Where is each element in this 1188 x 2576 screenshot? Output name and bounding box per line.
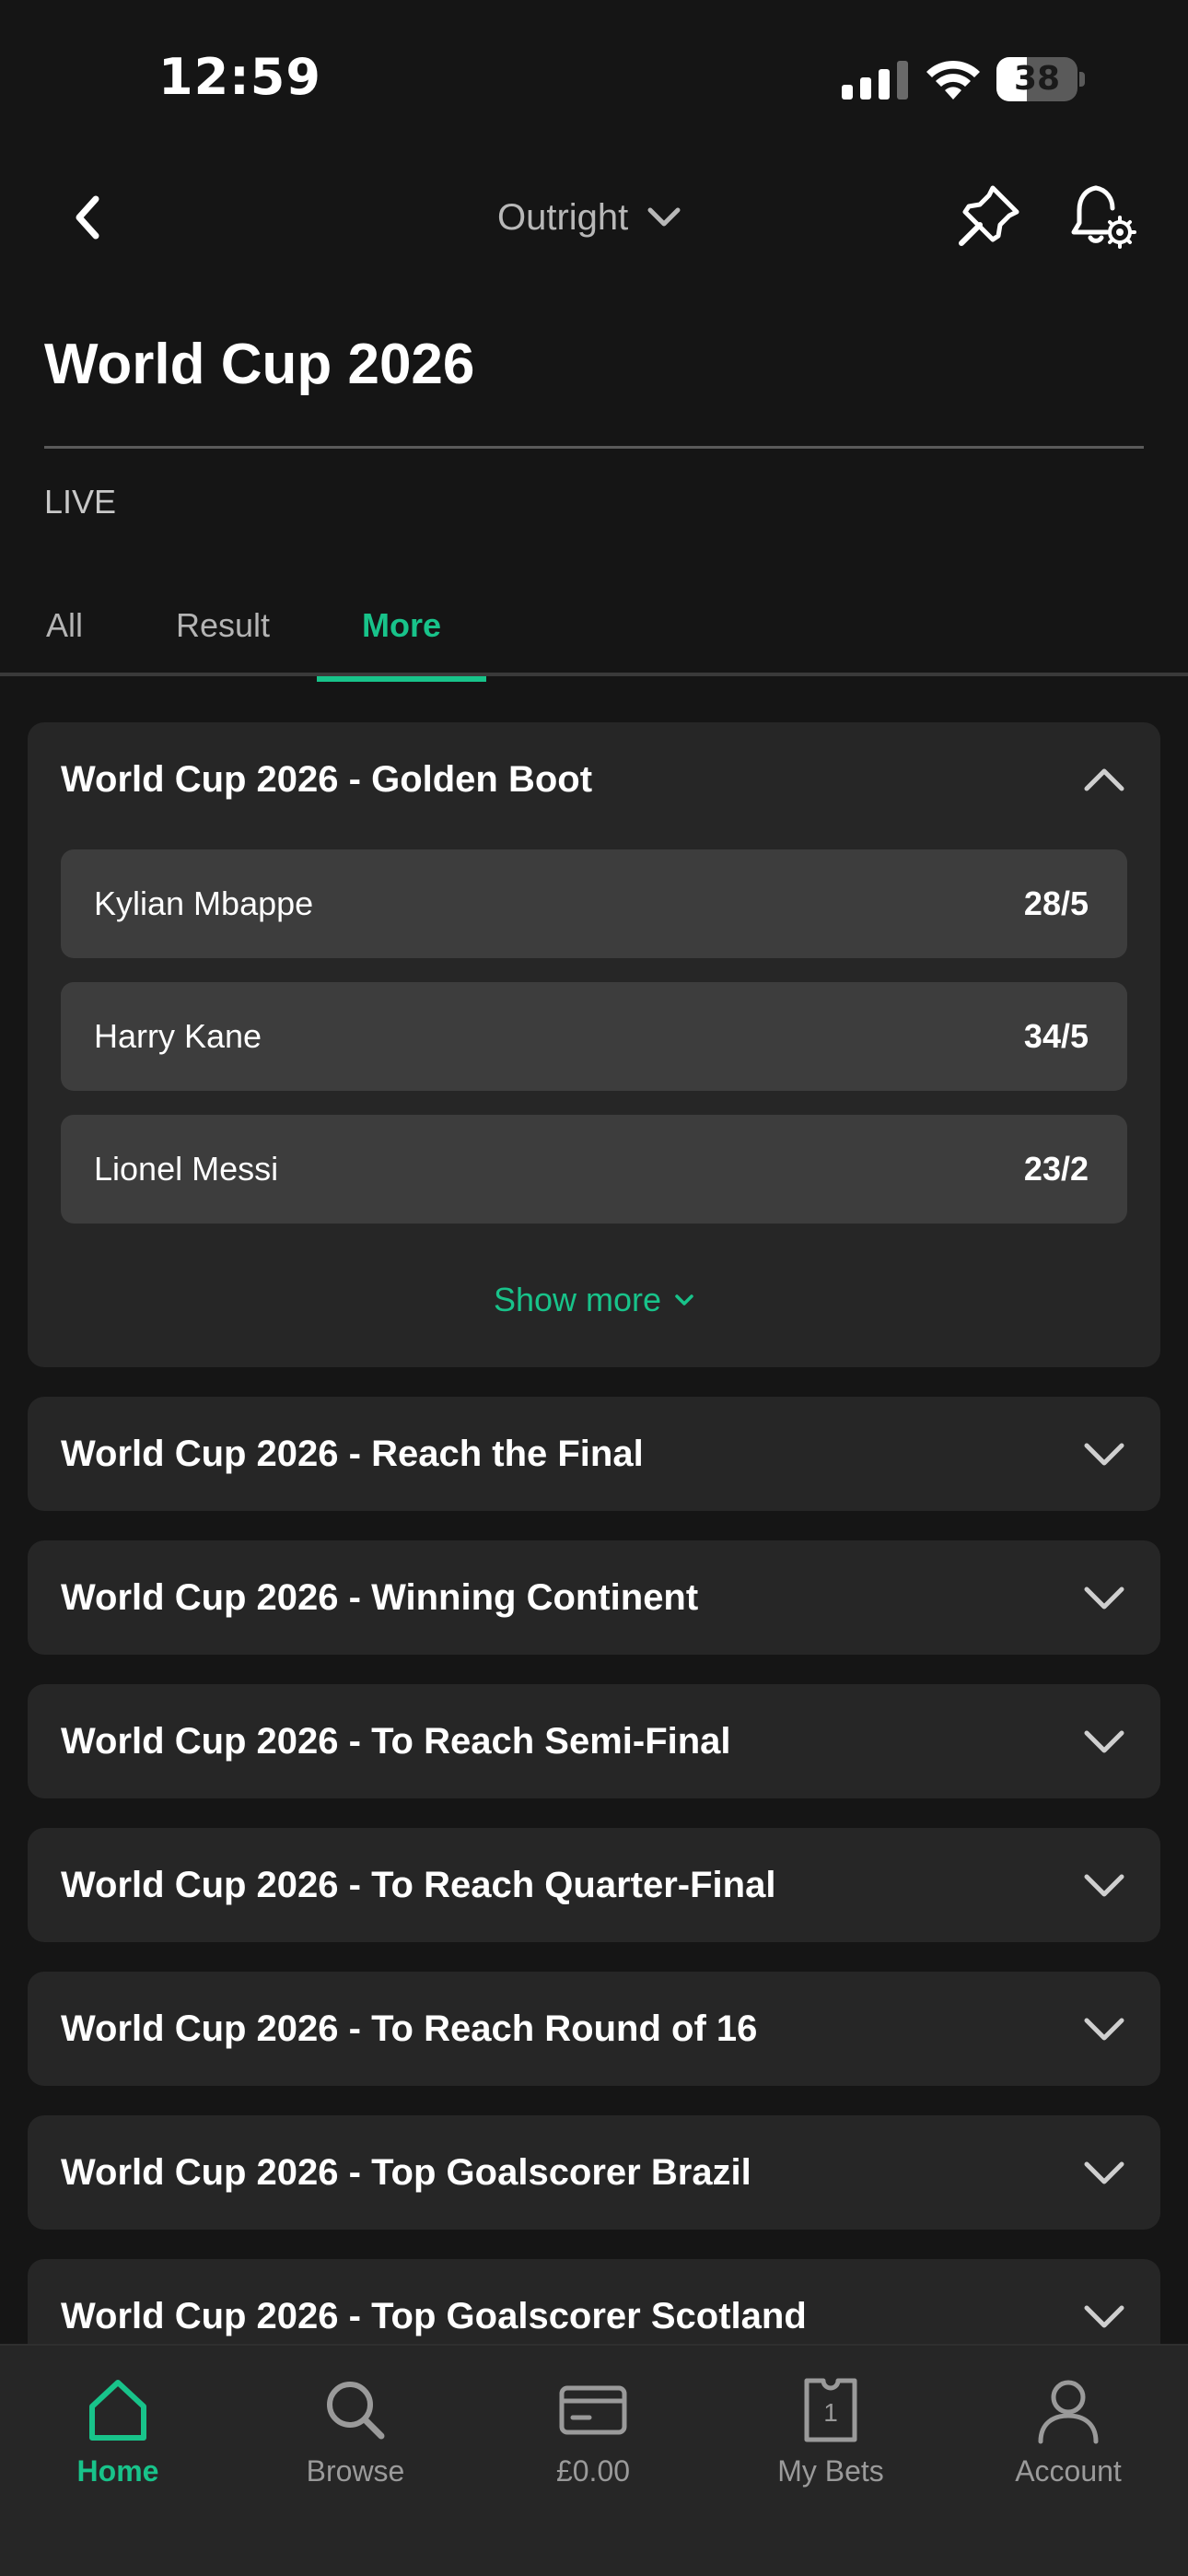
- market-card-golden-boot: World Cup 2026 - Golden Boot Kylian Mbap…: [28, 722, 1160, 1367]
- chevron-down-icon: [1084, 2161, 1124, 2184]
- chevron-down-icon: [1084, 2018, 1124, 2041]
- nav-browse[interactable]: Browse: [263, 2373, 448, 2512]
- selection-name: Kylian Mbappe: [94, 884, 314, 922]
- bet-slip-icon: 1: [804, 2378, 857, 2442]
- tab-more[interactable]: More: [317, 590, 486, 682]
- back-button[interactable]: [55, 184, 122, 251]
- status-bar: 12:59 38: [0, 0, 1188, 147]
- chevron-down-icon: [1084, 1443, 1124, 1466]
- market-header[interactable]: World Cup 2026 - Winning Continent: [61, 1540, 1127, 1655]
- selection-odds: 34/5: [1023, 1017, 1089, 1055]
- market-card-round-of-16[interactable]: World Cup 2026 - To Reach Round of 16: [28, 1972, 1160, 2086]
- bet-count-badge: 1: [823, 2398, 838, 2427]
- tab-all[interactable]: All: [28, 590, 101, 678]
- selection-odds: 23/2: [1023, 1150, 1089, 1188]
- chevron-down-icon: [1084, 1730, 1124, 1753]
- selection-row[interactable]: Lionel Messi 23/2: [61, 1115, 1127, 1224]
- market-card-top-scorer-brazil[interactable]: World Cup 2026 - Top Goalscorer Brazil: [28, 2115, 1160, 2230]
- market-title: World Cup 2026 - Golden Boot: [61, 758, 593, 800]
- nav-label: Browse: [306, 2454, 405, 2488]
- selection-row[interactable]: Kylian Mbappe 28/5: [61, 849, 1127, 958]
- bell-settings-icon: [1071, 185, 1136, 249]
- tab-label: More: [361, 606, 441, 644]
- chevron-down-icon: [1084, 1874, 1124, 1897]
- selection-odds: 28/5: [1023, 884, 1089, 922]
- chevron-left-icon: [76, 195, 99, 240]
- bottom-navigation: Home Browse £0.00 1 My Bets Account: [0, 2344, 1188, 2576]
- tab-label: All: [45, 606, 83, 644]
- page: 12:59 38 Outright World Cup 2026 LIVE Al…: [0, 0, 1188, 2576]
- market-card-quarter-final[interactable]: World Cup 2026 - To Reach Quarter-Final: [28, 1828, 1160, 1942]
- market-title: World Cup 2026 - Top Goalscorer Scotland: [61, 2295, 807, 2336]
- selection-name: Lionel Messi: [94, 1150, 279, 1188]
- market-card-semi-final[interactable]: World Cup 2026 - To Reach Semi-Final: [28, 1684, 1160, 1798]
- active-tab-indicator: [317, 676, 486, 682]
- cellular-signal-icon: [842, 61, 908, 100]
- selection-row[interactable]: Harry Kane 34/5: [61, 982, 1127, 1091]
- nav-label: Account: [1015, 2454, 1122, 2488]
- pin-icon: [959, 185, 1019, 246]
- market-type-dropdown[interactable]: Outright: [497, 184, 681, 251]
- page-title: World Cup 2026: [44, 333, 475, 396]
- market-title: World Cup 2026 - To Reach Semi-Final: [61, 1720, 731, 1762]
- live-label: LIVE: [44, 483, 117, 521]
- market-header[interactable]: World Cup 2026 - Golden Boot: [61, 722, 1127, 837]
- top-navigation: Outright: [0, 166, 1188, 258]
- market-title: World Cup 2026 - Reach the Final: [61, 1433, 644, 1474]
- chevron-up-icon: [1084, 768, 1124, 791]
- nav-balance[interactable]: £0.00: [501, 2373, 685, 2512]
- pin-button[interactable]: [952, 179, 1026, 252]
- market-title: World Cup 2026 - Winning Continent: [61, 1576, 699, 1618]
- chevron-down-icon: [1084, 2305, 1124, 2328]
- chevron-down-icon: [1084, 1587, 1124, 1610]
- account-icon: [1038, 2380, 1099, 2444]
- market-tabs: All Result More: [0, 590, 1188, 682]
- nav-account[interactable]: Account: [976, 2373, 1160, 2512]
- search-icon: [327, 2382, 385, 2440]
- show-more-label: Show more: [493, 1281, 662, 1318]
- market-title: World Cup 2026 - To Reach Quarter-Final: [61, 1864, 776, 1905]
- tab-result[interactable]: Result: [166, 590, 280, 678]
- market-card-reach-final[interactable]: World Cup 2026 - Reach the Final: [28, 1397, 1160, 1511]
- market-header[interactable]: World Cup 2026 - To Reach Quarter-Final: [61, 1828, 1127, 1942]
- market-header[interactable]: World Cup 2026 - To Reach Round of 16: [61, 1972, 1127, 2086]
- nav-label: £0.00: [555, 2454, 631, 2488]
- wifi-icon: [926, 60, 980, 100]
- battery-percentage: 38: [1013, 60, 1061, 98]
- market-header[interactable]: World Cup 2026 - Top Goalscorer Brazil: [61, 2115, 1127, 2230]
- selection-name: Harry Kane: [94, 1017, 262, 1055]
- notification-settings-button[interactable]: [1065, 179, 1138, 252]
- chevron-down-icon: [647, 207, 681, 227]
- status-time: 12:59: [158, 48, 321, 106]
- market-card-winning-continent[interactable]: World Cup 2026 - Winning Continent: [28, 1540, 1160, 1655]
- nav-home[interactable]: Home: [26, 2373, 210, 2512]
- market-header[interactable]: World Cup 2026 - To Reach Semi-Final: [61, 1684, 1127, 1798]
- wallet-card-icon: [559, 2385, 627, 2435]
- market-title: World Cup 2026 - To Reach Round of 16: [61, 2008, 758, 2049]
- chevron-down-icon: [675, 1294, 693, 1306]
- tab-label: Result: [175, 606, 271, 644]
- nav-label: My Bets: [777, 2454, 884, 2488]
- market-type-label: Outright: [497, 196, 629, 238]
- tabs-divider: [0, 673, 1188, 676]
- market-title: World Cup 2026 - Top Goalscorer Brazil: [61, 2151, 751, 2193]
- battery-icon: 38: [996, 57, 1085, 101]
- market-header[interactable]: World Cup 2026 - Reach the Final: [61, 1397, 1127, 1511]
- nav-my-bets[interactable]: 1 My Bets: [739, 2373, 923, 2512]
- title-divider: [44, 446, 1144, 449]
- nav-label: Home: [76, 2454, 159, 2488]
- home-icon: [89, 2380, 146, 2441]
- show-more-button[interactable]: Show more: [28, 1281, 1160, 1319]
